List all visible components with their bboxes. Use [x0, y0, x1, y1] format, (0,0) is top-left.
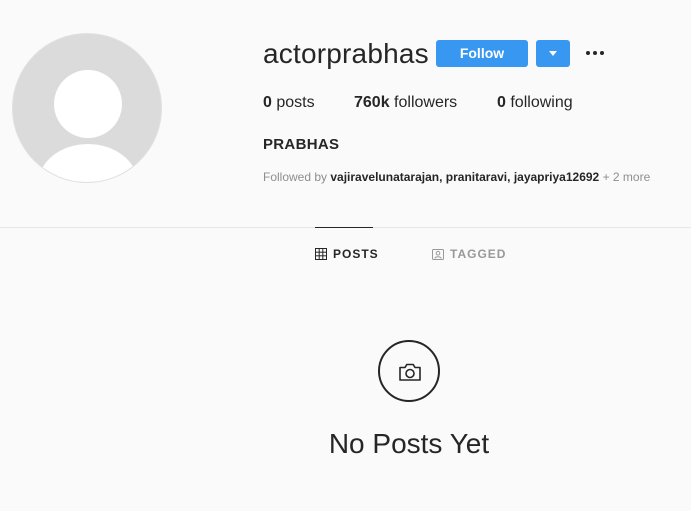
posts-stat: 0 posts [263, 94, 315, 112]
followers-stat[interactable]: 760k followers [354, 94, 457, 112]
followed-by-more: + 2 more [602, 170, 651, 184]
posts-count: 0 [263, 94, 272, 111]
posts-label: posts [276, 94, 315, 111]
more-dot-icon [600, 51, 604, 55]
tab-tagged-label: TAGGED [450, 247, 507, 261]
profile-avatar[interactable] [12, 33, 162, 183]
more-dot-icon [593, 51, 597, 55]
tab-posts-label: POSTS [333, 247, 379, 261]
avatar-body-shape [38, 144, 138, 182]
profile-full-name: PRABHAS [263, 136, 340, 153]
grid-icon [315, 248, 327, 260]
follower-separator: , [439, 170, 446, 184]
followed-by-prefix: Followed by [263, 170, 328, 184]
tagged-icon [432, 249, 444, 260]
active-tab-indicator [315, 227, 373, 228]
camera-icon [378, 340, 440, 402]
following-stat[interactable]: 0 following [497, 94, 573, 112]
camera-glyph [399, 363, 421, 381]
following-label: following [510, 94, 573, 111]
avatar-head-shape [54, 70, 122, 138]
chevron-down-icon [549, 51, 557, 56]
profile-username: actorprabhas [263, 38, 429, 69]
follower-name: jayapriya12692 [513, 170, 600, 184]
more-options-button[interactable] [584, 42, 606, 64]
profile-page: actorprabhas Follow 0 posts 760k followe… [0, 0, 691, 511]
more-dot-icon [586, 51, 590, 55]
suggested-accounts-dropdown-button[interactable] [536, 40, 570, 67]
follow-button[interactable]: Follow [436, 40, 528, 67]
following-count: 0 [497, 94, 506, 111]
follower-separator: , [507, 170, 514, 184]
follower-name: pranitaravi [445, 170, 508, 184]
follower-name: vajiravelunatarajan [330, 170, 440, 184]
followers-label: followers [394, 94, 458, 111]
followers-count: 760k [354, 94, 390, 111]
empty-state-message: No Posts Yet [328, 428, 490, 459]
followed-by-line[interactable]: Followed by vajiravelunatarajan, pranita… [263, 170, 650, 184]
